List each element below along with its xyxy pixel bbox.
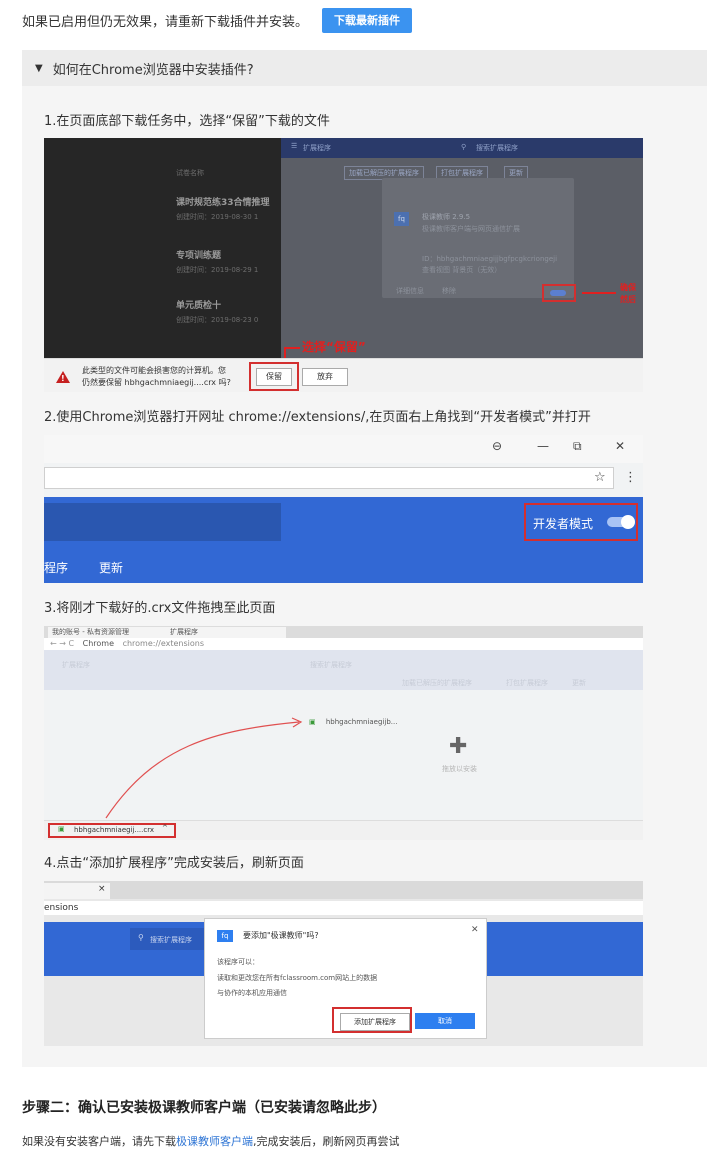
- minimize-icon[interactable]: —: [537, 439, 549, 453]
- restore-icon[interactable]: ⧉: [573, 439, 582, 454]
- developer-mode-toggle[interactable]: [607, 515, 635, 529]
- annotation-keep: 选择“保留”: [302, 340, 366, 354]
- faq-header[interactable]: ▼ 如何在Chrome浏览器中安装插件?: [22, 50, 707, 86]
- permission-item: 与协作的本机应用通信: [217, 989, 287, 997]
- step-4-text: 4.点击“添加扩展程序”完成安装后，刷新页面: [44, 856, 304, 871]
- search-placeholder: 搜索扩展程序: [150, 936, 192, 944]
- warning-text: 此类型的文件可能会损害您的计算机。您 仍然要保留 hbhgachmniaegij…: [82, 365, 231, 389]
- extension-views: 查看视图 背景页（无效）: [422, 266, 502, 274]
- reinstall-notice-text: 如果已启用但仍无效果，请重新下载插件并安装。: [22, 14, 309, 30]
- account-icon[interactable]: ⊖: [492, 439, 502, 453]
- warning-icon-mark: !: [61, 374, 65, 383]
- step-2-text: 2.使用Chrome浏览器打开网址 chrome://extensions/,在…: [44, 410, 591, 425]
- screenshot-add-extension: × ensions ⚲ 搜索扩展程序 fq 要添加"极课教师"吗? ✕ 该程序可…: [44, 881, 643, 1046]
- collapse-triangle-icon[interactable]: ▼: [35, 63, 43, 74]
- address-bar[interactable]: [44, 467, 614, 489]
- close-icon[interactable]: ✕: [471, 925, 479, 935]
- arrow-line: [284, 347, 300, 349]
- add-extension-dialog: fq 要添加"极课教师"吗? ✕ 该程序可以： 读取和更改您在所有fclassr…: [204, 918, 487, 1039]
- list-item-date: 创建时间：2019-08-23 0: [176, 316, 259, 324]
- list-item-title: 单元质检十: [176, 301, 222, 311]
- permission-item: 读取和更改您在所有fclassroom.com网站上的数据: [217, 974, 378, 982]
- step-1-text: 1.在页面底部下载任务中，选择“保留”下载的文件: [44, 114, 330, 129]
- screenshot-developer-mode: ⊖ — ⧉ ✕ ☆ ⋮ 开发者模式 程序 更新: [44, 435, 643, 583]
- annotation-ensure: 确保 然后: [620, 283, 636, 304]
- chevron-up-icon[interactable]: ^: [162, 824, 168, 832]
- screenshot-drag-install: 我的账号 - 私有资源管理 扩展程序 ← → C Chrome chrome:/…: [44, 626, 643, 840]
- close-icon[interactable]: ✕: [615, 439, 625, 453]
- menu-icon: ☰: [291, 142, 298, 150]
- install-faq-panel: ▼ 如何在Chrome浏览器中安装插件? 1.在页面底部下载任务中，选择“保留”…: [22, 50, 707, 1067]
- remove-button: 移除: [442, 287, 456, 295]
- list-header: 试卷名称: [176, 169, 204, 177]
- download-warning-bar: ! 此类型的文件可能会损害您的计算机。您 仍然要保留 hbhgachmniaeg…: [44, 358, 643, 392]
- download-client-link[interactable]: 极课教师客户端: [176, 1135, 253, 1148]
- arrow-line: [582, 292, 616, 294]
- step-two-heading: 步骤二：确认已安装极课教师客户端（已安装请忽略此步）: [22, 1100, 386, 1116]
- tab-strip: ×: [44, 881, 643, 899]
- dialog-title: 要添加"极课教师"吗?: [243, 931, 319, 940]
- list-item-title: 课时规范练33合情推理: [176, 198, 270, 208]
- list-item-date: 创建时间：2019-08-29 1: [176, 266, 259, 274]
- tab-extensions-partial[interactable]: 程序: [44, 559, 68, 576]
- list-item-title: 专项训练题: [176, 251, 222, 261]
- screenshot-keep-download: 试卷名称 课时规范练33合情推理 创建时间：2019-08-30 1 专项训练题…: [44, 138, 643, 392]
- extension-desc: 极课教师客户端与网页通信扩展: [422, 225, 520, 233]
- drag-arrow: [105, 717, 303, 819]
- extensions-top-bar: ☰ 扩展程序 ⚲ 搜索扩展程序: [281, 138, 643, 158]
- close-tab-icon[interactable]: ×: [98, 884, 106, 894]
- add-button-highlight-box: [332, 1007, 412, 1033]
- download-shelf: ▣ hbhgachmniaegij....crx ^: [44, 820, 643, 840]
- test-list-panel: 试卷名称 课时规范练33合情推理 创建时间：2019-08-30 1 专项训练题…: [44, 138, 281, 358]
- details-button: 详细信息: [396, 287, 424, 295]
- file-icon: ▣: [58, 825, 65, 833]
- search-icon: ⚲: [138, 933, 144, 942]
- warning-line-2: 仍然要保留 hbhgachmniaegij....crx 吗?: [82, 378, 231, 387]
- permissions-label: 该程序可以：: [217, 958, 259, 966]
- menu-dots-icon[interactable]: ⋮: [624, 470, 637, 485]
- download-plugin-button[interactable]: 下载最新插件: [322, 7, 413, 33]
- developer-mode-label: 开发者模式: [533, 517, 594, 531]
- hint-text-before: 如果没有安装客户端，请先下载: [22, 1135, 176, 1148]
- reinstall-notice: 如果已启用但仍无效果，请重新下载插件并安装。 下载最新插件: [22, 5, 707, 35]
- extensions-title: 扩展程序: [303, 144, 331, 152]
- keep-highlight-box: [249, 362, 299, 391]
- tab-update[interactable]: 更新: [99, 559, 123, 576]
- extension-logo-icon: fq: [394, 212, 409, 226]
- extensions-header: 开发者模式 程序 更新: [44, 497, 643, 583]
- list-item-date: 创建时间：2019-08-30 1: [176, 213, 259, 221]
- extensions-search-area: [44, 503, 281, 541]
- cancel-button[interactable]: 取消: [415, 1013, 475, 1029]
- extensions-search: 搜索扩展程序: [476, 144, 518, 152]
- address-bar[interactable]: ensions: [44, 901, 643, 915]
- install-client-hint: 如果没有安装客户端，请先下载极课教师客户端,完成安装后，刷新网页再尝试: [22, 1133, 400, 1149]
- extension-name: 极课教师 2.9.5: [422, 213, 471, 221]
- hint-text-after: ,完成安装后，刷新网页再尝试: [253, 1135, 400, 1148]
- extension-toggle: [550, 290, 566, 296]
- bookmark-star-icon[interactable]: ☆: [594, 470, 606, 485]
- window-titlebar: ⊖ — ⧉ ✕: [44, 435, 643, 463]
- toggle-knob: [621, 515, 635, 529]
- extension-logo-icon: fq: [217, 930, 233, 942]
- extension-card: fq 极课教师 2.9.5 极课教师客户端与网页通信扩展 ID：hbhgachm…: [382, 178, 574, 298]
- download-file-name[interactable]: hbhgachmniaegij....crx: [74, 826, 154, 834]
- discard-button[interactable]: 放弃: [302, 368, 348, 386]
- faq-title: 如何在Chrome浏览器中安装插件?: [52, 62, 254, 78]
- extension-id: ID：hbhgachmniaegijjbgfpcgkcriongeji: [422, 255, 558, 263]
- warning-line-1: 此类型的文件可能会损害您的计算机。您: [82, 366, 226, 375]
- search-icon: ⚲: [461, 143, 467, 151]
- step-3-text: 3.将刚才下载好的.crx文件拖拽至此页面: [44, 601, 276, 616]
